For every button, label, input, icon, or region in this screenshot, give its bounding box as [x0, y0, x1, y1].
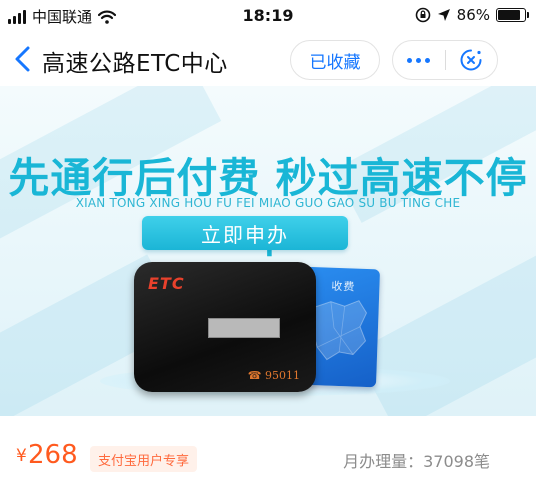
more-icon[interactable] [393, 41, 445, 79]
favorite-button[interactable]: 已收藏 [290, 40, 380, 80]
etc-device-image: ETC ☎ 95011 [134, 262, 316, 392]
nav-bar: 高速公路ETC中心 已收藏 [0, 34, 536, 86]
mini-app-capsule [392, 40, 498, 80]
page-title: 高速公路ETC中心 [42, 51, 228, 77]
monthly-volume: 月办理量：37098笔 [343, 452, 490, 471]
battery-icon [496, 8, 529, 22]
status-bar: 中国联通 18:19 86% [0, 0, 536, 34]
orientation-lock-icon [415, 7, 430, 23]
promo-banner[interactable]: 先通行后付费 秒过高速不停车 XIAN TONG XING HOU FU FEI… [0, 86, 536, 416]
banner-pinyin: XIAN TONG XING HOU FU FEI MIAO GUO GAO S… [75, 196, 461, 210]
promo-badge: 支付宝用户专享 [90, 446, 198, 472]
apply-now-button[interactable]: 立即申办 [142, 216, 348, 250]
device-screen [208, 318, 280, 338]
price-value: 268 [28, 440, 78, 470]
device-phone: ☎ 95011 [247, 369, 300, 382]
device-brand: ETC [148, 274, 185, 293]
price-row: ¥ 268 支付宝用户专享 月办理量：37098笔 [0, 416, 536, 486]
back-icon[interactable] [10, 44, 36, 74]
status-right: 86% [415, 6, 529, 24]
battery-percent: 86% [456, 6, 490, 24]
close-button[interactable] [445, 41, 497, 79]
card-label: 收费 [331, 279, 356, 294]
currency-symbol: ¥ [16, 446, 27, 466]
close-icon [460, 49, 482, 71]
location-icon [437, 9, 450, 21]
